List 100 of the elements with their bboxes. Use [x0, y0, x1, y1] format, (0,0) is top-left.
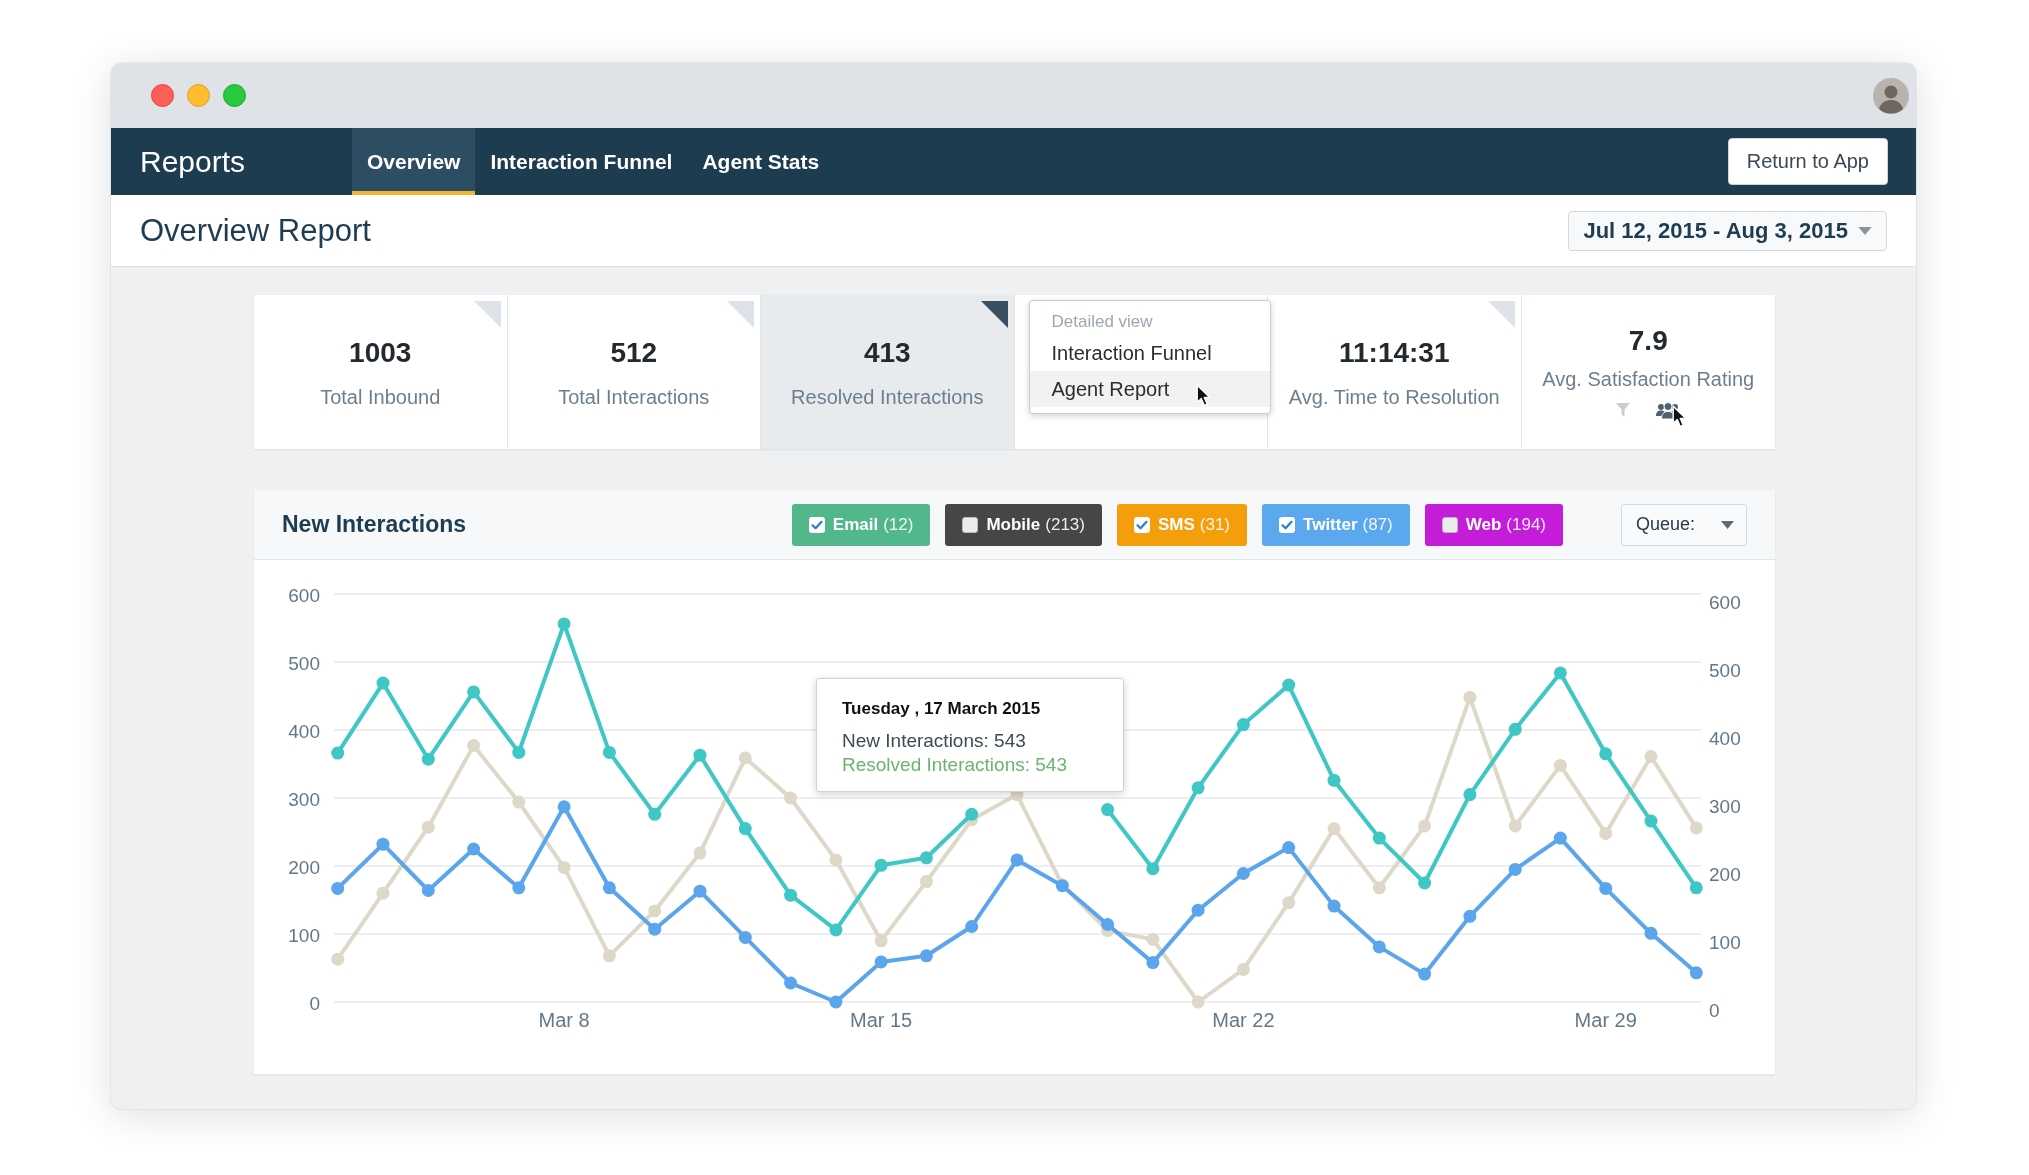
menu-item[interactable]: Agent Report: [1029, 371, 1270, 407]
data-point: [693, 884, 707, 898]
data-point: [693, 846, 707, 860]
corner-triangle-icon[interactable]: [980, 301, 1008, 328]
data-point: [965, 807, 979, 821]
data-point: [1553, 758, 1567, 772]
y-axis-label: 0: [309, 993, 320, 1014]
stat-card[interactable]: 413 Resolved Interactions: [761, 295, 1015, 449]
stat-label: Resolved Interactions: [791, 385, 984, 409]
y-axis-label: 600: [288, 585, 320, 606]
data-point: [1463, 909, 1477, 923]
channel-filter-button[interactable]: Mobile (213): [945, 503, 1102, 546]
y-axis-label: 0: [1709, 1000, 1720, 1021]
queue-dropdown[interactable]: Queue:: [1621, 503, 1747, 546]
stat-label: Total Interactions: [558, 385, 710, 409]
data-point: [1372, 831, 1386, 845]
data-point: [1508, 862, 1522, 876]
data-point: [1418, 967, 1432, 981]
data-point: [1372, 940, 1386, 954]
checkbox[interactable]: [808, 516, 825, 533]
data-point: [1463, 690, 1477, 704]
data-point: [1689, 881, 1703, 895]
data-point: [376, 886, 390, 900]
data-point: [1101, 803, 1115, 817]
data-point: [1599, 747, 1613, 761]
data-point: [738, 822, 752, 836]
checkbox[interactable]: [962, 516, 979, 533]
data-point: [648, 807, 662, 821]
cursor-icon: [1195, 384, 1211, 407]
data-point: [512, 881, 526, 895]
data-point: [1644, 814, 1658, 828]
data-point: [1689, 966, 1703, 980]
data-point: [602, 881, 616, 895]
y-axis-label: 100: [288, 925, 320, 946]
data-point: [874, 955, 888, 969]
checkbox[interactable]: [1279, 516, 1296, 533]
data-point: [1191, 781, 1205, 795]
caret-icon: [1721, 520, 1734, 529]
data-point: [331, 881, 345, 895]
data-point: [557, 800, 571, 814]
stat-card[interactable]: 1003 Total Inbound: [254, 295, 508, 449]
stat-value: 1003: [349, 336, 412, 370]
checkbox[interactable]: [1441, 516, 1458, 533]
stat-card[interactable]: Detailed view Interaction Funnel Agent Report: [1014, 295, 1268, 449]
stat-value: 512: [610, 336, 658, 370]
nav-tab[interactable]: Interaction Funnel: [475, 128, 688, 195]
menu-header: Detailed view: [1051, 311, 1153, 333]
data-point: [467, 842, 481, 856]
date-range-dropdown[interactable]: Jul 12, 2015 - Aug 3, 2015: [1568, 210, 1887, 251]
data-point: [421, 884, 435, 897]
user-avatar[interactable]: [1873, 77, 1909, 114]
stat-value: 7.9: [1628, 324, 1668, 358]
data-point: [1418, 819, 1432, 833]
data-point: [1372, 881, 1386, 895]
data-point: [1236, 962, 1250, 976]
data-point: [1553, 831, 1567, 845]
data-point: [965, 920, 979, 933]
return-button[interactable]: Return to App: [1727, 138, 1888, 185]
menu-item[interactable]: Interaction Funnel: [1029, 335, 1270, 371]
data-point: [602, 745, 616, 759]
stat-card[interactable]: 512 Total Interactions: [507, 295, 761, 449]
data-point: [331, 952, 345, 966]
data-point: [1553, 666, 1567, 680]
caret-icon: [1858, 226, 1872, 235]
tooltip-title: Tuesday , 17 March 2015: [842, 698, 1041, 720]
data-point: [467, 739, 481, 753]
tooltip-text: New Interactions: 543: [842, 729, 1026, 753]
data-point: [829, 923, 843, 937]
data-point: [1282, 841, 1296, 855]
data-point: [738, 751, 752, 765]
data-point: [1599, 881, 1613, 895]
data-point: [1327, 822, 1341, 836]
data-point: [1508, 722, 1522, 736]
stat-card[interactable]: 7.9 Avg. Satisfaction Rating: [1521, 295, 1775, 449]
data-point: [1644, 750, 1658, 763]
nav-tab[interactable]: Overview: [352, 128, 476, 195]
data-point: [1327, 773, 1341, 787]
data-point: [1146, 956, 1160, 970]
stat-card[interactable]: 11:14:31 Avg. Time to Resolution: [1268, 295, 1522, 449]
maximize-window-icon[interactable]: [223, 84, 246, 107]
data-point: [648, 922, 662, 936]
data-point: [376, 837, 390, 851]
channel-filter-button[interactable]: Web (194): [1424, 503, 1563, 546]
data-point: [602, 949, 616, 963]
data-point: [421, 752, 435, 766]
x-axis-label: Mar 15: [850, 1009, 913, 1031]
data-point: [512, 795, 526, 809]
data-point: [1146, 862, 1160, 876]
data-point: [874, 858, 888, 872]
close-window-icon[interactable]: [151, 84, 174, 107]
data-point: [421, 820, 435, 834]
data-point: [557, 860, 571, 874]
chart-title: New Interactions: [282, 511, 467, 538]
data-point: [1418, 876, 1432, 890]
data-point: [1191, 903, 1205, 917]
checkbox[interactable]: [1133, 516, 1150, 533]
data-point: [648, 904, 662, 918]
data-point: [1689, 821, 1703, 835]
nav-tab[interactable]: Agent Stats: [687, 128, 835, 195]
data-point: [1236, 867, 1250, 880]
